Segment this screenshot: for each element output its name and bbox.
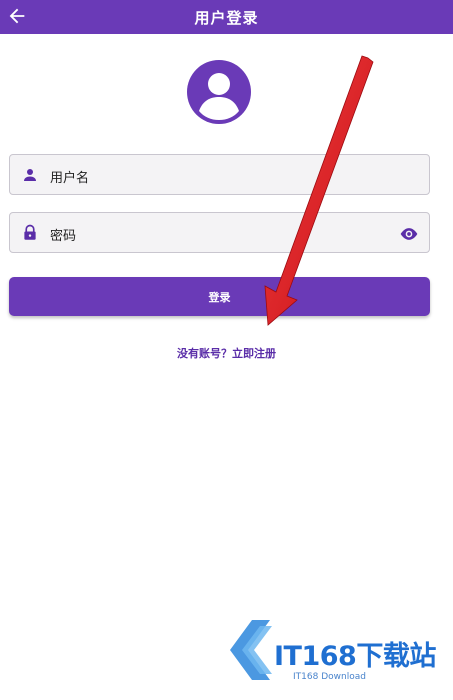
password-field[interactable]: 密码 <box>9 212 430 253</box>
username-field[interactable]: 用户名 <box>9 154 430 195</box>
username-placeholder: 用户名 <box>50 171 90 186</box>
watermark-brand: IT168下载站 <box>274 641 436 672</box>
lock-icon <box>21 224 39 242</box>
login-button[interactable]: 登录 <box>9 277 430 316</box>
register-link[interactable]: 没有账号？立即注册 <box>0 345 453 361</box>
page-title: 用户登录 <box>194 8 259 27</box>
arrow-left-icon[interactable] <box>6 5 28 27</box>
app-bar: 用户登录 <box>0 0 453 34</box>
account-circle-icon <box>187 60 251 124</box>
eye-icon[interactable] <box>399 224 419 244</box>
password-placeholder: 密码 <box>50 229 77 244</box>
watermark-subtitle: IT168 Download <box>293 672 366 682</box>
person-icon <box>21 166 39 184</box>
